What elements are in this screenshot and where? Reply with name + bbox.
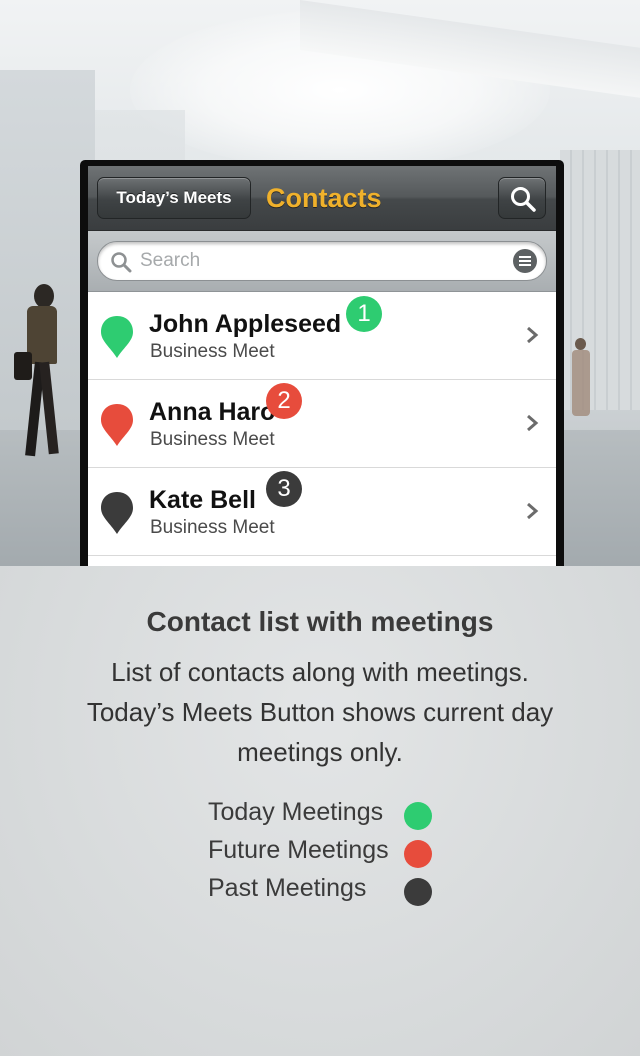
- todays-meets-button[interactable]: Today’s Meets: [97, 177, 251, 219]
- meeting-count-badge: 1: [346, 296, 382, 332]
- legend-label: Past Meetings: [208, 874, 367, 902]
- search-button[interactable]: [498, 177, 546, 219]
- contact-row[interactable]: John Appleseed Business Meet 1: [88, 292, 556, 380]
- map-pin-icon: [101, 492, 133, 534]
- status-dot-icon: [404, 802, 432, 830]
- feature-description: Contact list with meetings List of conta…: [0, 566, 640, 1056]
- app-screen: Today’s Meets Contacts Search John Apple…: [88, 166, 556, 566]
- contact-subtitle: Business Meet: [150, 517, 275, 538]
- search-input[interactable]: Search: [97, 241, 547, 281]
- feature-body: List of contacts along with meetings. To…: [86, 657, 554, 767]
- chevron-right-icon: [527, 414, 539, 432]
- legend-label: Today Meetings: [208, 798, 384, 826]
- contact-list: John Appleseed Business Meet 1 Anna Haro…: [88, 292, 556, 556]
- map-pin-icon: [101, 404, 133, 446]
- contact-row[interactable]: Anna Haro Business Meet 2: [88, 380, 556, 468]
- chevron-right-icon: [527, 502, 539, 520]
- feature-heading: Contact list with meetings: [146, 606, 494, 637]
- page-title: Contacts: [266, 183, 382, 213]
- search-bar: Search: [88, 231, 556, 292]
- status-dot-icon: [404, 840, 432, 868]
- distant-person: [568, 338, 594, 418]
- contact-row[interactable]: Kate Bell Business Meet 3: [88, 468, 556, 556]
- magnifier-icon: [111, 252, 132, 273]
- background-photo: Today’s Meets Contacts Search John Apple…: [0, 0, 640, 566]
- contact-subtitle: Business Meet: [150, 341, 275, 362]
- legend-item: Past Meetings: [0, 872, 640, 910]
- contact-name: Kate Bell: [149, 486, 256, 514]
- contact-name: John Appleseed: [149, 310, 342, 338]
- contact-name: Anna Haro: [149, 398, 276, 426]
- status-dot-icon: [404, 878, 432, 906]
- navigation-bar: Today’s Meets Contacts: [88, 166, 556, 231]
- legend-item: Today Meetings: [0, 796, 640, 834]
- legend-item: Future Meetings: [0, 834, 640, 872]
- list-icon[interactable]: [513, 249, 537, 273]
- meeting-count-badge: 3: [266, 471, 302, 507]
- search-icon: [511, 187, 536, 212]
- phone-frame: Today’s Meets Contacts Search John Apple…: [80, 160, 564, 566]
- chevron-right-icon: [527, 326, 539, 344]
- map-pin-icon: [101, 316, 133, 358]
- contact-subtitle: Business Meet: [150, 429, 275, 450]
- legend-label: Future Meetings: [208, 836, 389, 864]
- walking-person: [14, 284, 74, 457]
- meeting-count-badge: 2: [266, 383, 302, 419]
- search-placeholder: Search: [140, 250, 201, 271]
